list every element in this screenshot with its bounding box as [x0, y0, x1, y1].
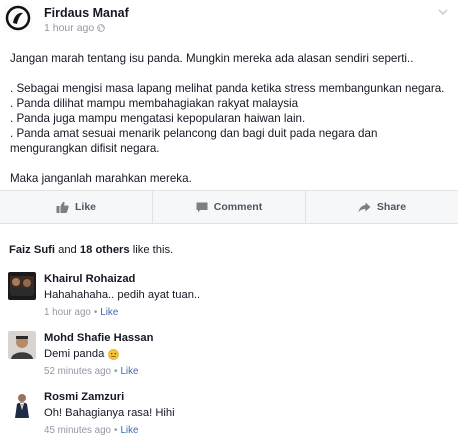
post-line-gap [10, 66, 450, 81]
post-line: . Panda juga mampu mengatasi kepopularan… [10, 112, 306, 125]
smiley-icon [108, 348, 120, 360]
post-header: Firdaus Manaf 1 hour ago [0, 0, 458, 40]
separator-dot: • [114, 366, 118, 377]
author-avatar[interactable] [4, 4, 32, 32]
comment-text-content: Hahahahaha.. pedih ayat tuan.. [44, 289, 201, 301]
comment: Mohd Shafie Hassan Demi panda 52 minutes… [8, 331, 448, 381]
avatar[interactable] [8, 331, 36, 359]
comment-time[interactable]: 52 minutes ago [44, 366, 111, 377]
post-line: mengurangkan difisit negara. [10, 142, 160, 155]
post-meta: 1 hour ago [44, 22, 105, 34]
comment-like-link[interactable]: Like [120, 425, 138, 436]
comment-like-link[interactable]: Like [120, 366, 138, 377]
thumbs-up-icon [56, 201, 69, 213]
post-body: Jangan marah tentang isu panda. Mungkin … [10, 51, 450, 186]
post-line-gap [10, 156, 450, 171]
chevron-down-icon[interactable] [438, 8, 448, 16]
comment: Khairul Rohaizad Hahahahaha.. pedih ayat… [8, 272, 448, 322]
action-bar: Like Comment Share [0, 190, 458, 224]
author-name[interactable]: Firdaus Manaf [44, 6, 129, 20]
post-line: . Panda amat sesuai menarik pelancong da… [10, 127, 378, 140]
comment-text: Demi panda [44, 348, 120, 360]
likes-summary: Faiz Sufi and 18 others like this. [9, 244, 173, 256]
comment-meta: 1 hour ago • Like [44, 307, 118, 318]
post-line: Maka janganlah marahkan mereka. [10, 172, 192, 185]
share-button[interactable]: Share [306, 191, 458, 223]
likes-others-link[interactable]: 18 others [80, 244, 130, 256]
like-button-label: Like [74, 201, 96, 213]
commenter-name[interactable]: Rosmi Zamzuri [44, 391, 124, 403]
post-line: . Panda dilihat mampu membahagiakan raky… [10, 97, 299, 110]
separator-dot: • [114, 425, 118, 436]
comment-time[interactable]: 1 hour ago [44, 307, 91, 318]
like-button[interactable]: Like [0, 191, 152, 223]
comment-like-link[interactable]: Like [100, 307, 118, 318]
comment-meta: 45 minutes ago • Like [44, 425, 138, 436]
post-line: . Sebagai mengisi masa lapang melihat pa… [10, 82, 445, 95]
share-arrow-icon [358, 202, 371, 212]
post-line: Jangan marah tentang isu panda. Mungkin … [10, 52, 414, 65]
comment-button[interactable]: Comment [152, 191, 306, 223]
speech-bubble-icon [196, 202, 208, 212]
avatar[interactable] [8, 272, 36, 300]
share-button-label: Share [376, 201, 407, 213]
commenter-name[interactable]: Khairul Rohaizad [44, 273, 135, 285]
comment-text: Oh! Bahagianya rasa! Hihi [44, 407, 175, 419]
comment-text: Hahahahaha.. pedih ayat tuan.. [44, 289, 200, 301]
likes-connector: and [55, 244, 80, 256]
comment-text-content: Oh! Bahagianya rasa! Hihi [44, 407, 175, 419]
comment-text-content: Demi panda [44, 348, 105, 360]
globe-icon [97, 24, 105, 32]
liker-name[interactable]: Faiz Sufi [9, 244, 55, 256]
likes-suffix: like this. [129, 244, 174, 256]
post-time[interactable]: 1 hour ago [44, 22, 94, 34]
separator-dot: • [93, 307, 98, 318]
comment-time[interactable]: 45 minutes ago [44, 425, 111, 436]
comment-meta: 52 minutes ago • Like [44, 366, 138, 377]
commenter-name[interactable]: Mohd Shafie Hassan [44, 332, 153, 344]
avatar[interactable] [8, 390, 36, 418]
comment-button-label: Comment [213, 201, 263, 213]
comment: Rosmi Zamzuri Oh! Bahagianya rasa! Hihi … [8, 390, 448, 438]
